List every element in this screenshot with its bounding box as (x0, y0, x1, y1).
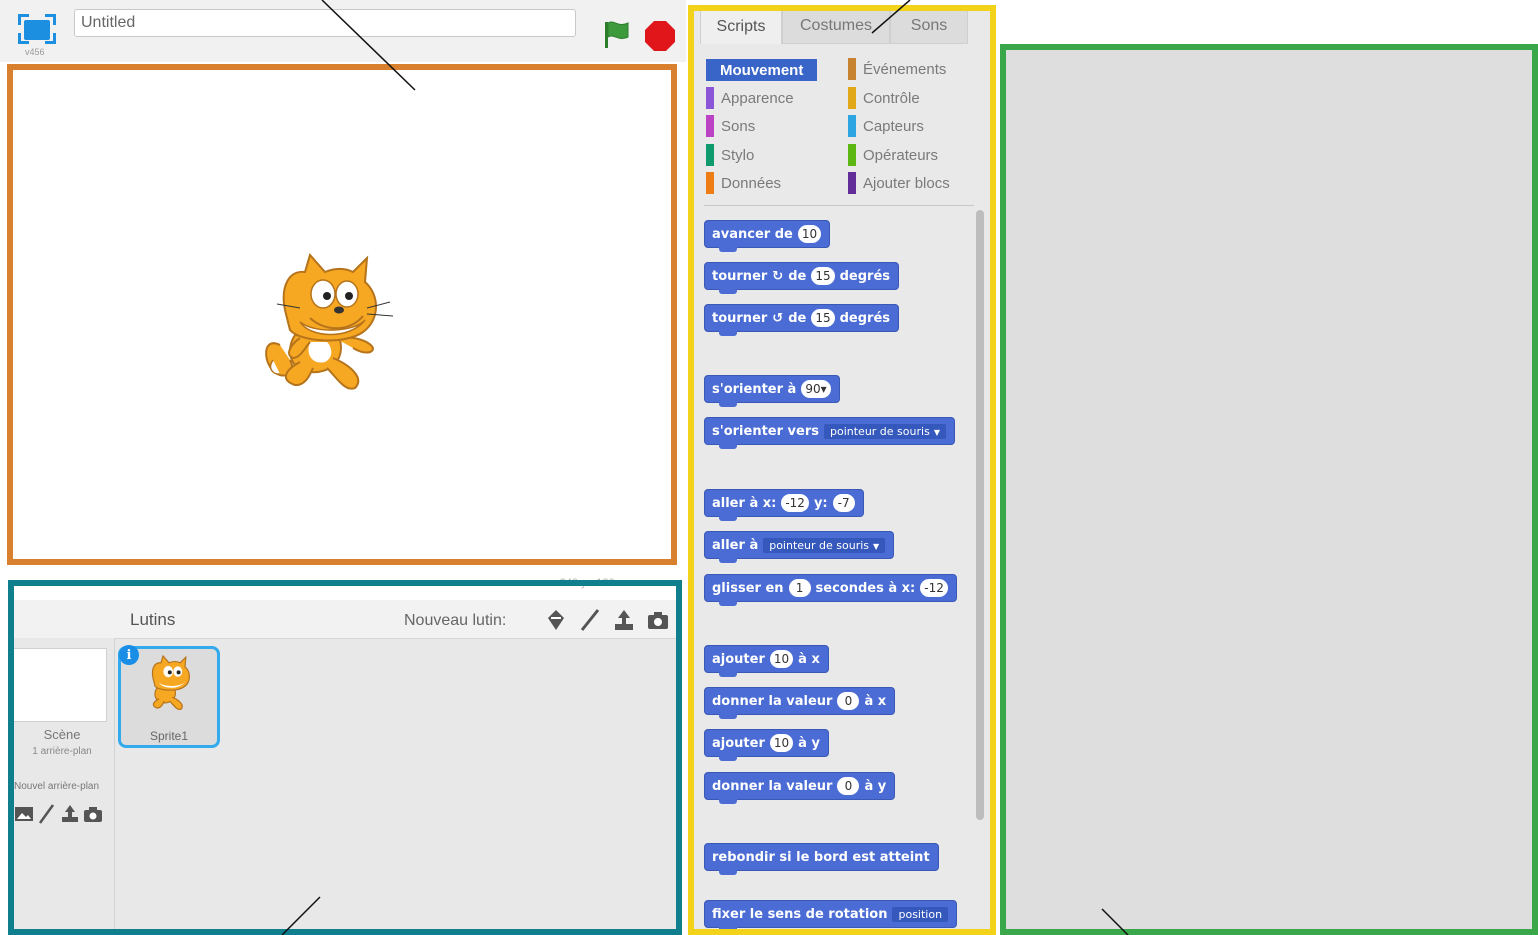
version-label: v456 (25, 47, 45, 57)
stage-highlight-frame (7, 64, 677, 565)
project-title-input[interactable] (74, 9, 576, 37)
top-bar: v456 (0, 0, 686, 62)
sprite-pane-highlight-frame (8, 580, 682, 935)
script-area-highlight-frame (1000, 44, 1538, 935)
fullscreen-icon[interactable] (18, 14, 56, 44)
stop-icon[interactable] (644, 20, 676, 52)
palette-highlight-frame (688, 5, 996, 935)
green-flag-icon[interactable] (600, 18, 632, 50)
